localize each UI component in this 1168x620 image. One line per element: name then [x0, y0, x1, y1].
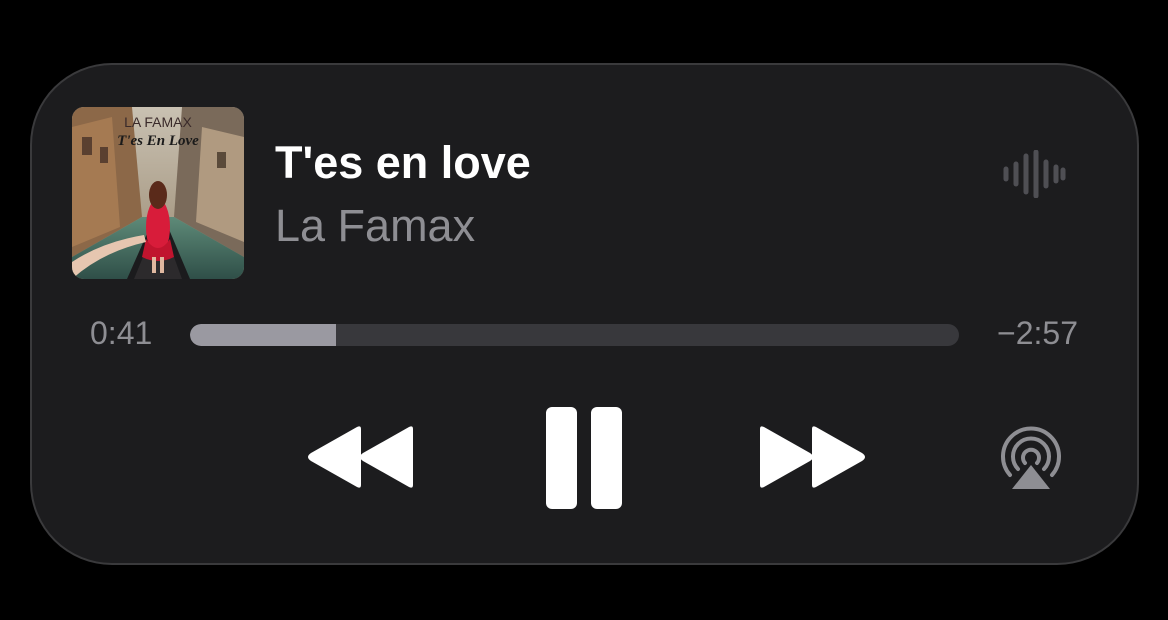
forward-icon	[760, 426, 865, 488]
airplay-icon	[1001, 426, 1061, 489]
elapsed-time: 0:41	[90, 315, 153, 351]
artist-name[interactable]: La Famax	[275, 200, 475, 252]
waveform-icon	[1002, 149, 1066, 199]
song-title[interactable]: T'es en love	[275, 137, 531, 189]
progress-fill	[190, 324, 337, 346]
album-artwork-image: LA FAMAX T'es En Love	[72, 107, 244, 279]
album-artwork[interactable]: LA FAMAX T'es En Love	[72, 107, 244, 279]
pause-button[interactable]	[546, 407, 622, 509]
pause-icon	[546, 407, 622, 509]
backward-icon	[308, 426, 413, 488]
progress-bar[interactable]	[190, 324, 959, 346]
artwork-title-text: T'es En Love	[117, 133, 199, 149]
airplay-button[interactable]	[998, 425, 1064, 491]
now-playing-panel: LA FAMAX T'es En Love T'es en love La Fa…	[32, 65, 1137, 563]
rewind-button[interactable]	[305, 425, 415, 489]
forward-button[interactable]	[758, 425, 868, 489]
remaining-time: −2:57	[997, 315, 1078, 351]
artwork-artist-text: LA FAMAX	[124, 114, 192, 130]
